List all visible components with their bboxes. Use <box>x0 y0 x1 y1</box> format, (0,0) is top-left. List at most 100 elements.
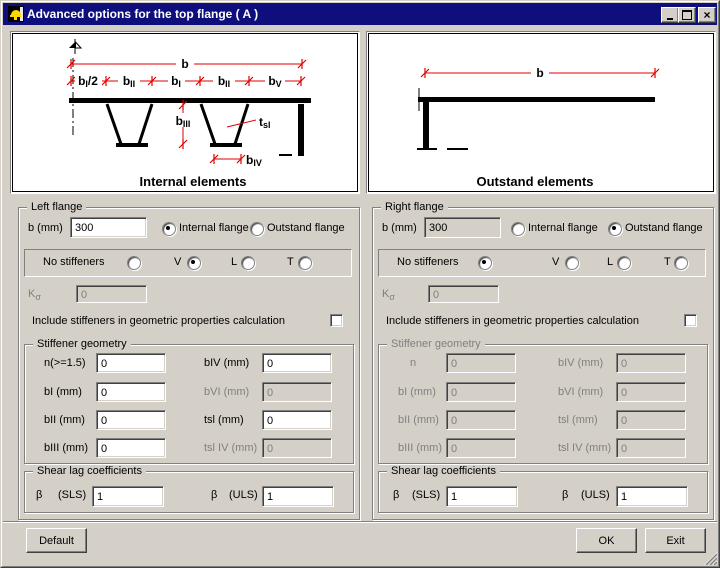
right-geom-input-bIII[interactable] <box>446 438 516 458</box>
footer-separator <box>3 521 717 523</box>
left-b-input[interactable] <box>70 217 147 238</box>
exit-button[interactable]: Exit <box>645 528 706 553</box>
left-b-label: b (mm) <box>28 222 63 234</box>
left-no-stiffeners-radio[interactable] <box>127 256 141 270</box>
dimension-bIV: bIV <box>210 153 262 168</box>
right-flange-caption: Right flange <box>381 201 448 213</box>
close-button[interactable]: × <box>698 7 716 23</box>
left-geom-input-tslIV[interactable] <box>262 438 332 458</box>
right-geom-input-tsl[interactable] <box>616 410 686 430</box>
left-k-sigma-input[interactable] <box>76 285 147 303</box>
right-t-label: T <box>664 256 671 268</box>
right-outstand-flange-label: Outstand flange <box>625 222 703 234</box>
left-t-radio[interactable] <box>298 256 312 270</box>
right-uls-label: (ULS) <box>581 489 610 501</box>
right-v-label: V <box>552 256 559 268</box>
right-sls-label: (SLS) <box>412 489 440 501</box>
right-no-stiffeners-label: No stiffeners <box>397 256 459 268</box>
left-t-label: T <box>287 256 294 268</box>
left-geom-input-bI[interactable] <box>96 382 166 402</box>
web-plate <box>423 102 429 149</box>
right-geom-input-tslIV[interactable] <box>616 438 686 458</box>
flange-plate <box>69 98 311 103</box>
right-stiffener-geometry-caption: Stiffener geometry <box>387 338 485 350</box>
right-beta-sls-symbol: β <box>393 489 399 501</box>
trapezoid-stiffener-left <box>107 104 152 144</box>
right-l-label: L <box>607 256 613 268</box>
left-geom-label-bIV: bIV (mm) <box>204 357 249 369</box>
right-geom-label-bIII: bIII (mm) <box>398 442 442 454</box>
dimension-b: b <box>421 66 659 80</box>
right-b-input[interactable] <box>424 217 501 238</box>
maximize-button[interactable] <box>678 7 696 23</box>
resize-grip[interactable] <box>704 552 717 565</box>
right-geom-label-bIV: bIV (mm) <box>558 357 603 369</box>
left-beta-sls-input[interactable] <box>92 486 164 507</box>
right-b-label: b (mm) <box>382 222 417 234</box>
diagram-caption: Outstand elements <box>476 174 593 189</box>
left-stiffener-geometry-caption: Stiffener geometry <box>33 338 131 350</box>
right-internal-flange-radio[interactable] <box>511 222 525 236</box>
web-plate <box>298 104 304 156</box>
left-geom-label-bI: bI (mm) <box>44 386 82 398</box>
left-include-stiffeners-checkbox[interactable] <box>330 314 343 327</box>
left-flange-caption: Left flange <box>27 201 86 213</box>
right-geom-label-bI: bI (mm) <box>398 386 436 398</box>
left-geom-input-tsl[interactable] <box>262 410 332 430</box>
left-geom-input-bVI[interactable] <box>262 382 332 402</box>
left-l-radio[interactable] <box>241 256 255 270</box>
left-k-sigma-label: Kσ <box>28 288 41 302</box>
right-geom-input-bII[interactable] <box>446 410 516 430</box>
right-geom-input-bI[interactable] <box>446 382 516 402</box>
left-geom-input-n[interactable] <box>96 353 166 373</box>
right-geom-label-bII: bII (mm) <box>398 414 439 426</box>
right-geom-input-bIV[interactable] <box>616 353 686 373</box>
dimension-tsl: tsl <box>227 115 271 130</box>
right-k-sigma-label: Kσ <box>382 288 395 302</box>
right-beta-sls-input[interactable] <box>446 486 518 507</box>
svg-text:b: b <box>181 57 188 71</box>
right-no-stiffeners-radio[interactable] <box>478 256 492 270</box>
close-icon: × <box>703 10 710 20</box>
left-shear-lag-caption: Shear lag coefficients <box>33 465 146 477</box>
right-outstand-flange-radio[interactable] <box>608 222 622 236</box>
title-bar[interactable]: Advanced options for the top flange ( A … <box>3 3 717 25</box>
left-geom-input-bIII[interactable] <box>96 438 166 458</box>
left-v-radio[interactable] <box>187 256 201 270</box>
right-k-sigma-input[interactable] <box>428 285 499 303</box>
left-internal-flange-radio[interactable] <box>162 222 176 236</box>
app-icon <box>8 6 24 22</box>
left-geom-input-bIV[interactable] <box>262 353 332 373</box>
left-geom-input-bII[interactable] <box>96 410 166 430</box>
default-button[interactable]: Default <box>26 528 87 553</box>
left-outstand-flange-radio[interactable] <box>250 222 264 236</box>
right-geom-label-n: n <box>410 357 416 369</box>
right-t-radio[interactable] <box>674 256 688 270</box>
right-shear-lag-caption: Shear lag coefficients <box>387 465 500 477</box>
left-v-label: V <box>174 256 181 268</box>
right-beta-uls-input[interactable] <box>616 486 688 507</box>
right-v-radio[interactable] <box>565 256 579 270</box>
left-geom-label-bII: bII (mm) <box>44 414 85 426</box>
right-include-stiffeners-label: Include stiffeners in geometric properti… <box>386 315 639 327</box>
right-l-radio[interactable] <box>617 256 631 270</box>
outstand-elements-diagram: b Outstand elements <box>366 31 716 194</box>
left-outstand-flange-label: Outstand flange <box>267 222 345 234</box>
maximize-icon <box>682 10 692 20</box>
left-beta-uls-input[interactable] <box>262 486 334 507</box>
right-include-stiffeners-checkbox[interactable] <box>684 314 697 327</box>
ok-button[interactable]: OK <box>576 528 637 553</box>
minimize-icon <box>667 18 673 20</box>
right-geom-input-bVI[interactable] <box>616 382 686 402</box>
dimension-bIII: bIII <box>169 100 197 149</box>
dimension-b: b <box>67 57 306 71</box>
minimize-button[interactable] <box>661 7 679 23</box>
right-geom-label-tsl: tsl (mm) <box>558 414 598 426</box>
left-geom-label-tslIV: tsl IV (mm) <box>204 442 257 454</box>
right-geom-label-bVI: bVI (mm) <box>558 386 603 398</box>
left-internal-flange-label: Internal flange <box>179 222 249 234</box>
left-geom-label-n: n(>=1.5) <box>44 357 86 369</box>
right-internal-flange-label: Internal flange <box>528 222 598 234</box>
right-geom-input-n[interactable] <box>446 353 516 373</box>
internal-elements-diagram: b bI/2 bII bI bII bV <box>10 31 360 194</box>
